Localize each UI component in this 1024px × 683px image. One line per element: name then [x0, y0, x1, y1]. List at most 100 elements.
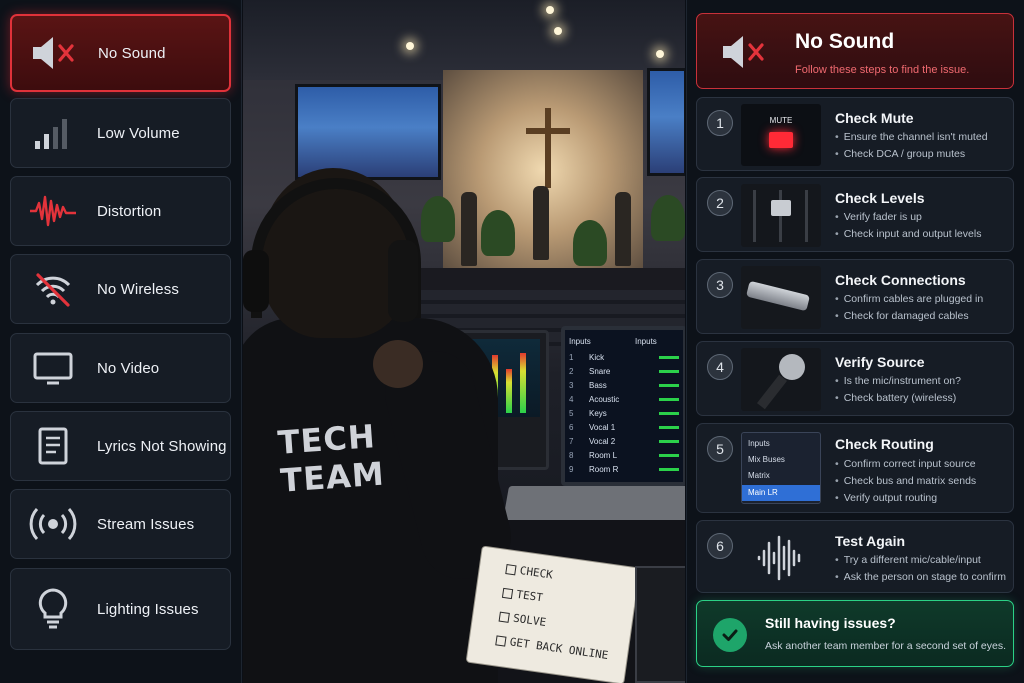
routing-menu-item: Matrix	[748, 471, 770, 480]
checklist-text: SOLVE	[512, 611, 547, 630]
cross	[545, 108, 551, 188]
stage-plant	[481, 210, 515, 256]
step-title: Verify Source	[835, 354, 925, 370]
step-number: 2	[707, 190, 733, 216]
step-title: Check Routing	[835, 436, 934, 452]
stage-plant	[573, 220, 607, 266]
step-bullet: Check for damaged cables	[835, 310, 969, 322]
xlr-cable-thumbnail	[741, 266, 821, 329]
level-meter	[506, 369, 512, 413]
channel-name: Vocal 2	[589, 437, 616, 446]
issue-label: No Sound	[98, 44, 166, 62]
step-check-routing[interactable]: 5 Inputs Mix Buses Matrix Main LR Check …	[696, 423, 1014, 513]
document-icon	[23, 412, 83, 480]
channel-meter	[659, 468, 679, 471]
issue-lighting-issues-button[interactable]: Lighting Issues	[10, 568, 231, 650]
issue-menu: No Sound Low Volume Distortion No Wirele…	[0, 0, 242, 683]
laptop-channel-row: 5 Keys	[569, 406, 679, 421]
step-bullet: Check input and output levels	[835, 228, 982, 240]
mute-label: MUTE	[769, 116, 793, 125]
performer	[615, 192, 631, 266]
issue-no-wireless-button[interactable]: No Wireless	[10, 254, 231, 324]
routing-menu-thumbnail: Inputs Mix Buses Matrix Main LR	[741, 432, 821, 504]
laptop-channel-row: 8 Room L	[569, 448, 679, 463]
channel-number: 4	[569, 395, 574, 404]
step-number: 1	[707, 110, 733, 136]
shirt-text-line: TEAM	[279, 454, 386, 500]
waveform-icon	[23, 177, 83, 245]
projection-screen-right	[647, 68, 685, 176]
channel-meter	[659, 398, 679, 401]
channel-name: Kick	[589, 353, 605, 362]
channel-number: 8	[569, 451, 574, 460]
laptop-header-right: Inputs	[635, 337, 657, 346]
tech-booth-photo: Inputs Inputs 1 Kick 2 Snare 3 Bass 4 Acoust…	[243, 0, 685, 683]
issue-stream-issues-button[interactable]: Stream Issues	[10, 489, 231, 559]
channel-meter	[659, 412, 679, 415]
still-title: Still having issues?	[765, 615, 896, 631]
step-test-again[interactable]: 6 Test Again Try a different mic/cable/i…	[696, 520, 1014, 593]
signal-bars-icon	[23, 99, 83, 167]
channel-number: 6	[569, 423, 574, 432]
channel-name: Snare	[589, 367, 611, 376]
issue-lyrics-not-showing-button[interactable]: Lyrics Not Showing	[10, 411, 231, 481]
checklist-notebook: CHECK TEST SOLVE GET BACK ONLINE	[465, 545, 641, 683]
laptop-header-left: Inputs	[569, 337, 591, 346]
step-bullet: Verify output routing	[835, 492, 937, 504]
step-bullet: Check bus and matrix sends	[835, 475, 976, 487]
issue-header: No Sound Follow these steps to find the …	[696, 13, 1014, 89]
step-bullet: Confirm cables are plugged in	[835, 293, 984, 305]
still-having-issues-card[interactable]: Still having issues? Ask another team me…	[696, 600, 1014, 667]
broadcast-icon	[23, 490, 83, 558]
mic-body	[756, 374, 788, 410]
waveform-icon	[741, 527, 821, 588]
step-number: 3	[707, 272, 733, 298]
issue-label: Lighting Issues	[97, 600, 199, 618]
laptop-header: Inputs Inputs	[569, 334, 679, 349]
mic-head	[779, 354, 805, 380]
step-check-mute[interactable]: 1 MUTE Check Mute Ensure the channel isn…	[696, 97, 1014, 171]
tech-person-hand	[373, 340, 423, 388]
channel-meter	[659, 440, 679, 443]
laptop-channel-row: 1 Kick	[569, 350, 679, 365]
channel-name: Keys	[589, 409, 607, 418]
step-bullet: Try a different mic/cable/input	[835, 554, 981, 566]
laptop-channel-row: 3 Bass	[569, 378, 679, 393]
step-number: 5	[707, 436, 733, 462]
issue-label: Lyrics Not Showing	[97, 437, 227, 455]
step-verify-source[interactable]: 4 Verify Source Is the mic/instrument on…	[696, 341, 1014, 416]
mute-led	[769, 132, 793, 148]
ceiling	[243, 0, 685, 80]
checklist-item: TEST	[501, 586, 544, 605]
step-bullet: Ensure the channel isn't muted	[835, 131, 988, 143]
issue-label: Low Volume	[97, 124, 180, 142]
step-number: 6	[707, 533, 733, 559]
step-check-levels[interactable]: 2 Check Levels Verify fader is up Check …	[696, 177, 1014, 252]
troubleshoot-panel: No Sound Follow these steps to find the …	[686, 0, 1024, 683]
checklist-text: TEST	[515, 587, 544, 605]
channel-number: 1	[569, 353, 574, 362]
xlr-connector	[745, 280, 811, 312]
step-title: Check Connections	[835, 272, 966, 288]
channel-name: Acoustic	[589, 395, 620, 404]
stage-plant	[651, 195, 685, 241]
microphone-thumbnail	[741, 348, 821, 411]
step-check-connections[interactable]: 3 Check Connections Confirm cables are p…	[696, 259, 1014, 334]
fader-knob	[771, 200, 791, 216]
channel-number: 7	[569, 437, 574, 446]
stage-plant	[421, 196, 455, 242]
checklist-item: SOLVE	[498, 610, 547, 630]
issue-low-volume-button[interactable]: Low Volume	[10, 98, 231, 168]
step-title: Test Again	[835, 533, 906, 549]
headphone-earcup	[243, 250, 269, 312]
performer	[461, 192, 477, 266]
ceiling-light	[406, 42, 414, 50]
channel-meter	[659, 356, 679, 359]
issue-no-sound-button[interactable]: No Sound	[10, 14, 231, 92]
issue-distortion-button[interactable]: Distortion	[10, 176, 231, 246]
laptop-channel-row: 4 Acoustic	[569, 392, 679, 407]
channel-name: Room R	[589, 465, 619, 474]
issue-no-video-button[interactable]: No Video	[10, 333, 231, 403]
performer	[533, 186, 549, 260]
check-icon	[713, 618, 747, 652]
